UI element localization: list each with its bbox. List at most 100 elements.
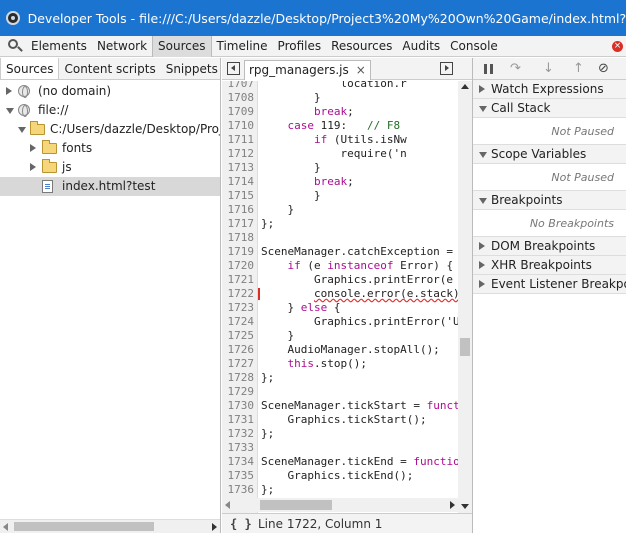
expanded-triangle-icon[interactable] (479, 198, 487, 204)
debugger-section-header[interactable]: XHR Breakpoints (473, 256, 626, 275)
code-line[interactable]: 1728}; (222, 371, 458, 385)
expanded-triangle-icon[interactable] (6, 108, 14, 114)
line-number[interactable]: 1723 (222, 301, 256, 315)
scroll-down-icon[interactable] (461, 504, 469, 509)
tab-profiles[interactable]: Profiles (273, 36, 327, 57)
tree-item[interactable]: index.html?test (0, 177, 220, 196)
subtab-sources[interactable]: Sources (0, 58, 60, 79)
scroll-right-icon[interactable] (450, 501, 455, 509)
debugger-section-header[interactable]: Call Stack (473, 99, 626, 118)
scroll-left-icon[interactable] (3, 523, 8, 531)
tab-network[interactable]: Network (92, 36, 152, 57)
code-line[interactable]: 1709 break; (222, 105, 458, 119)
code-line[interactable]: 1708 } (222, 91, 458, 105)
code-line[interactable]: 1720 if (e instanceof Error) { (222, 259, 458, 273)
step-into-icon[interactable]: ↓ (543, 62, 555, 76)
tree-item[interactable]: (no domain) (0, 82, 220, 101)
scroll-up-icon[interactable] (461, 84, 469, 89)
subtab-snippets[interactable]: Snippets (161, 58, 223, 79)
tab-sources[interactable]: Sources (152, 35, 212, 57)
tree-item[interactable]: fonts (0, 139, 220, 158)
code-line[interactable]: 1716 } (222, 203, 458, 217)
line-number[interactable]: 1718 (222, 231, 256, 245)
step-out-icon[interactable]: ↑ (573, 62, 585, 76)
file-tab-rpg-managers[interactable]: rpg_managers.js × (244, 60, 371, 80)
line-number[interactable]: 1727 (222, 357, 256, 371)
code-line[interactable]: 1717}; (222, 217, 458, 231)
collapsed-triangle-icon[interactable] (6, 87, 12, 95)
pretty-print-icon[interactable]: { } (230, 514, 252, 533)
step-over-icon[interactable]: ↷ (510, 62, 526, 76)
scroll-right-icon[interactable] (212, 523, 217, 531)
line-number[interactable]: 1715 (222, 189, 256, 203)
code-line[interactable]: 1733 (222, 441, 458, 455)
line-number[interactable]: 1708 (222, 91, 256, 105)
line-number[interactable]: 1719 (222, 245, 256, 259)
code-line[interactable]: 1713 } (222, 161, 458, 175)
toggle-debugger-icon[interactable] (440, 62, 453, 75)
toggle-navigator-icon[interactable] (227, 62, 240, 75)
tab-timeline[interactable]: Timeline (212, 36, 273, 57)
expanded-triangle-icon[interactable] (479, 106, 487, 112)
collapsed-triangle-icon[interactable] (30, 144, 36, 152)
line-number[interactable]: 1733 (222, 441, 256, 455)
scrollbar-thumb[interactable] (14, 522, 154, 531)
line-number[interactable]: 1710 (222, 119, 256, 133)
code-line[interactable]: 1718 (222, 231, 458, 245)
code-line[interactable]: 1730 SceneManager.tickStart = funct (222, 399, 459, 413)
code-line[interactable]: 1727 this.stop(); (222, 357, 458, 371)
scrollbar-thumb[interactable] (460, 338, 470, 356)
line-number[interactable]: 1734 (222, 455, 256, 469)
code-view[interactable]: 1707 location.r 1708 } 1709 break; 1710 cas… (222, 81, 458, 513)
code-line[interactable]: 1724 Graphics.printError('U (222, 315, 459, 329)
collapsed-triangle-icon[interactable] (479, 261, 485, 269)
line-number[interactable]: 1730 (222, 399, 256, 413)
line-number[interactable]: 1731 (222, 413, 256, 427)
tree-item[interactable]: C:/Users/dazzle/Desktop/Project3 (0, 120, 220, 139)
scrollbar-thumb[interactable] (260, 500, 332, 510)
close-icon[interactable]: × (612, 41, 623, 52)
tree-item[interactable]: js (0, 158, 220, 177)
collapsed-triangle-icon[interactable] (479, 280, 485, 288)
code-line[interactable]: 1712 require('n (222, 147, 458, 161)
code-line[interactable]: 1732}; (222, 427, 458, 441)
line-number[interactable]: 1716 (222, 203, 256, 217)
debugger-section-header[interactable]: Event Listener Breakpoints (473, 275, 626, 294)
line-number[interactable]: 1735 (222, 469, 256, 483)
code-line[interactable]: 1723 } else { (222, 301, 458, 315)
deactivate-breakpoints-icon[interactable]: ⊘ (598, 62, 616, 76)
line-number[interactable]: 1714 (222, 175, 256, 189)
code-line[interactable]: 1726 AudioManager.stopAll(); (222, 343, 458, 357)
line-number[interactable]: 1720 (222, 259, 256, 273)
tree-item[interactable]: file:// (0, 101, 220, 120)
line-number[interactable]: 1729 (222, 385, 256, 399)
line-number[interactable]: 1724 (222, 315, 256, 329)
line-number[interactable]: 1717 (222, 217, 256, 231)
code-line[interactable]: 1734 SceneManager.tickEnd = functio (222, 455, 459, 469)
editor-vertical-scrollbar[interactable] (458, 81, 472, 513)
line-number[interactable]: 1712 (222, 147, 256, 161)
code-line[interactable]: 1714 break; (222, 175, 458, 189)
code-line[interactable]: 1707 location.r (222, 81, 458, 91)
code-line[interactable]: 1711 if (Utils.isNw (222, 133, 458, 147)
subtab-content-scripts[interactable]: Content scripts (59, 58, 160, 79)
code-line[interactable]: 1722 console.error(e.stack) (222, 287, 458, 301)
debugger-section-header[interactable]: Scope Variables (473, 145, 626, 164)
expanded-triangle-icon[interactable] (18, 127, 26, 133)
collapsed-triangle-icon[interactable] (30, 163, 36, 171)
line-number[interactable]: 1707 (222, 81, 256, 91)
line-number[interactable]: 1732 (222, 427, 256, 441)
code-line[interactable]: 1731 Graphics.tickStart(); (222, 413, 458, 427)
code-line[interactable]: 1719 SceneManager.catchException = (222, 245, 458, 259)
code-line[interactable]: 1710 case 119: // F8 (222, 119, 458, 133)
debugger-section-header[interactable]: Watch Expressions (473, 80, 626, 99)
expanded-triangle-icon[interactable] (479, 152, 487, 158)
tab-audits[interactable]: Audits (397, 36, 445, 57)
line-number[interactable]: 1709 (222, 105, 256, 119)
search-icon[interactable] (4, 36, 26, 56)
tab-resources[interactable]: Resources (326, 36, 397, 57)
pause-icon[interactable] (484, 64, 493, 74)
line-number[interactable]: 1711 (222, 133, 256, 147)
code-line[interactable]: 1729 (222, 385, 458, 399)
scroll-left-icon[interactable] (225, 501, 230, 509)
